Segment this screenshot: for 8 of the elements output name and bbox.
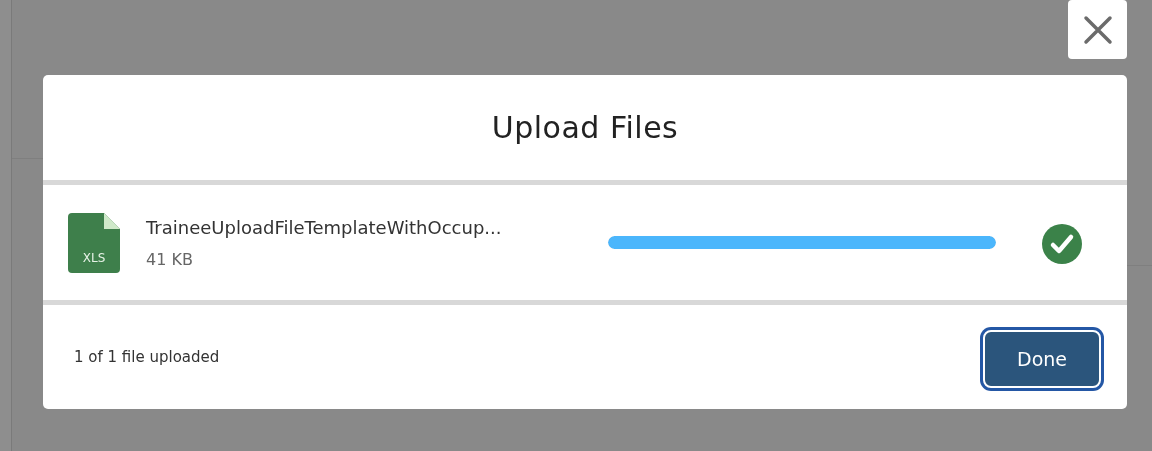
- dialog-title: Upload Files: [491, 110, 679, 145]
- close-icon: [1082, 14, 1113, 45]
- done-button[interactable]: Done: [983, 330, 1101, 388]
- upload-status: 1 of 1 file uploaded: [74, 348, 220, 366]
- close-button[interactable]: [1068, 0, 1127, 59]
- file-name: TraineeUploadFileTemplateWithOccup...: [146, 216, 503, 238]
- file-size: 41 KB: [146, 249, 194, 269]
- spreadsheet-file-icon: XLS: [68, 212, 120, 273]
